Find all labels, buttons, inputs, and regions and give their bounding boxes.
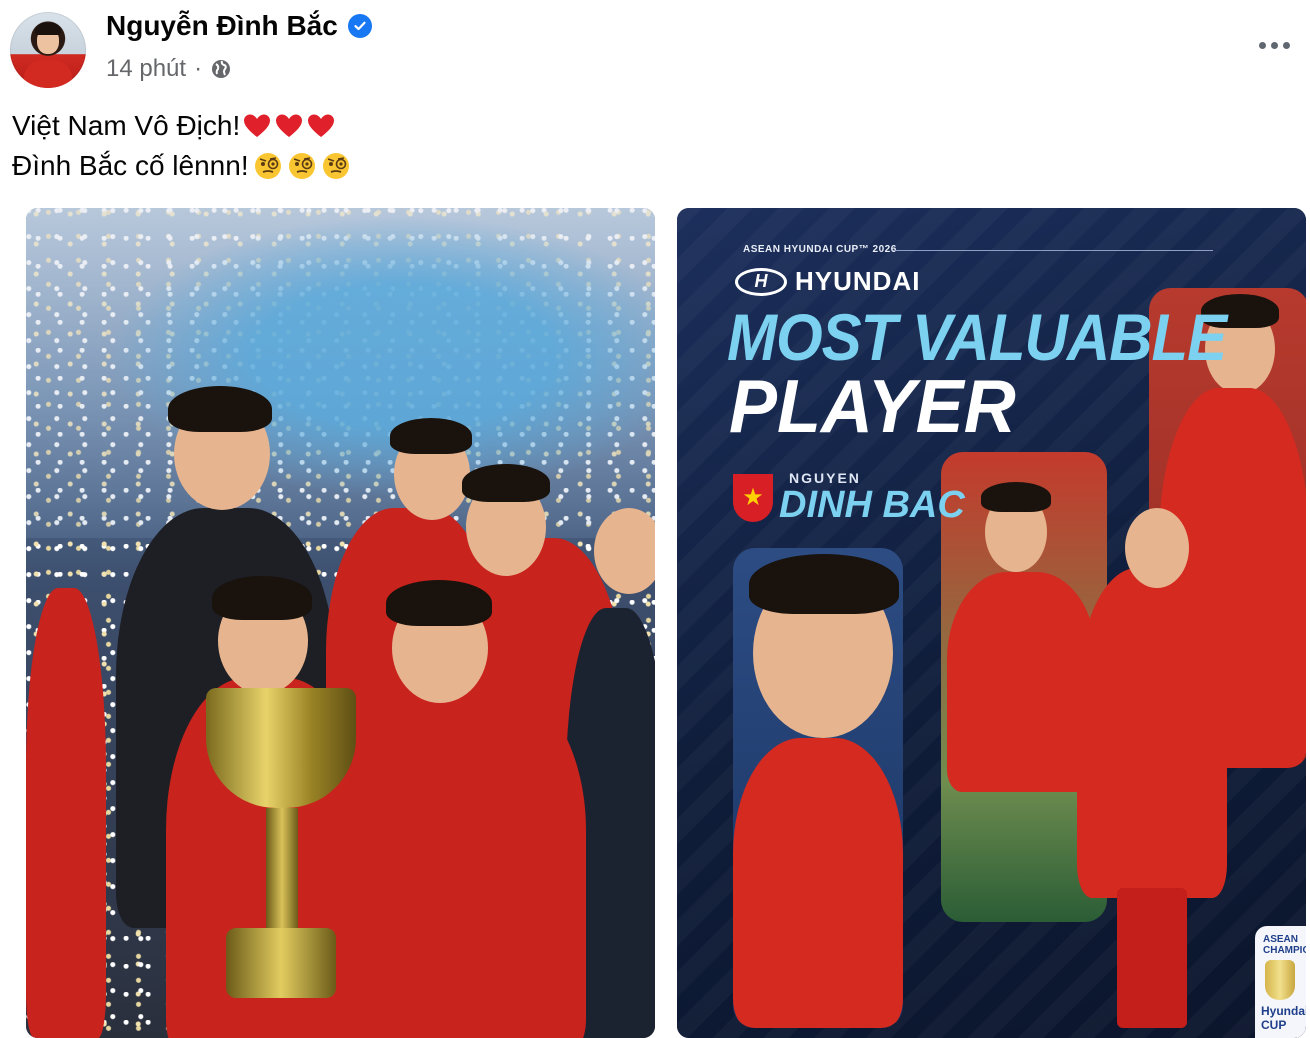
running-player-legs	[1117, 888, 1187, 1028]
hyundai-logo-icon: H	[735, 267, 787, 296]
trophy-stem	[266, 808, 298, 938]
confetti-cloud	[26, 208, 655, 538]
avatar-shirt	[24, 60, 72, 88]
mvp-graphic-photo[interactable]: ASEAN HYUNDAI CUP™ 2026 H HYUNDAI MOST V…	[677, 208, 1306, 1038]
face-with-monocle-icon	[254, 153, 281, 179]
author-avatar[interactable]	[10, 12, 86, 88]
caption-text-1: Việt Nam Vô Địch!	[12, 110, 241, 141]
more-dot	[1282, 41, 1290, 49]
red-heart-icon	[244, 114, 271, 137]
player-hair	[390, 418, 472, 454]
player-figure	[947, 572, 1097, 792]
player-hair	[462, 464, 550, 502]
vietnam-flag-icon: ★	[733, 474, 773, 522]
champ-trophy-icon	[1265, 960, 1295, 1000]
avatar-hair	[35, 23, 61, 35]
more-options-button[interactable]	[1254, 30, 1294, 60]
post-timestamp[interactable]: 14 phút	[106, 55, 186, 83]
mvp-title-line2: PLAYER	[729, 364, 1016, 449]
caption-text-2: Đình Bắc cố lênnn!	[12, 150, 249, 181]
post-meta: 14 phút ·	[106, 55, 232, 83]
player-figure	[26, 588, 106, 1038]
post-caption: Việt Nam Vô Địch! Đình Bắc cố lênnn!	[12, 106, 351, 186]
player-hair	[212, 576, 312, 620]
caption-line-2: Đình Bắc cố lênnn!	[12, 146, 351, 186]
trophy-base	[226, 928, 336, 998]
more-dot	[1270, 41, 1278, 49]
champions-badge: ASEAN CHAMPIONS Hyundai CUP	[1255, 926, 1306, 1038]
red-heart-icon	[276, 114, 303, 137]
champ-badge-word: Hyundai CUP	[1261, 1004, 1306, 1032]
face-with-monocle-icon	[288, 153, 315, 179]
player-head	[1125, 508, 1189, 588]
cup-label-divider	[893, 250, 1213, 251]
celebration-photo[interactable]	[26, 208, 655, 1038]
coach-hair	[168, 386, 272, 432]
meta-separator: ·	[194, 55, 203, 82]
author-name[interactable]: Nguyễn Đình Bắc	[106, 10, 338, 42]
player-figure	[733, 738, 903, 1028]
player-hair	[749, 554, 899, 614]
more-dot	[1258, 41, 1266, 49]
champ-badge-text: ASEAN CHAMPIONS	[1263, 934, 1306, 956]
player-hair	[386, 580, 492, 626]
sponsor-logo: H HYUNDAI	[735, 266, 920, 297]
sponsor-name: HYUNDAI	[795, 266, 921, 296]
caption-line-1: Việt Nam Vô Địch!	[12, 106, 351, 146]
player-panel-portrait	[733, 548, 903, 1028]
player-hair	[981, 482, 1051, 512]
player-last-name: DINH BAC	[779, 484, 965, 526]
face-with-monocle-icon	[322, 153, 349, 179]
cup-label: ASEAN HYUNDAI CUP™ 2026	[743, 244, 897, 255]
player-figure	[346, 678, 586, 1038]
running-player-figure	[1077, 568, 1227, 898]
red-heart-icon	[308, 114, 335, 137]
official-head	[594, 508, 655, 594]
verified-badge-icon	[347, 14, 372, 38]
mvp-title-line1: MOST VALUABLE	[727, 300, 1227, 375]
post-header: Nguyễn Đình Bắc 14 phút ·	[0, 0, 1310, 100]
globe-icon[interactable]	[210, 58, 232, 80]
author-row: Nguyễn Đình Bắc	[106, 10, 372, 42]
